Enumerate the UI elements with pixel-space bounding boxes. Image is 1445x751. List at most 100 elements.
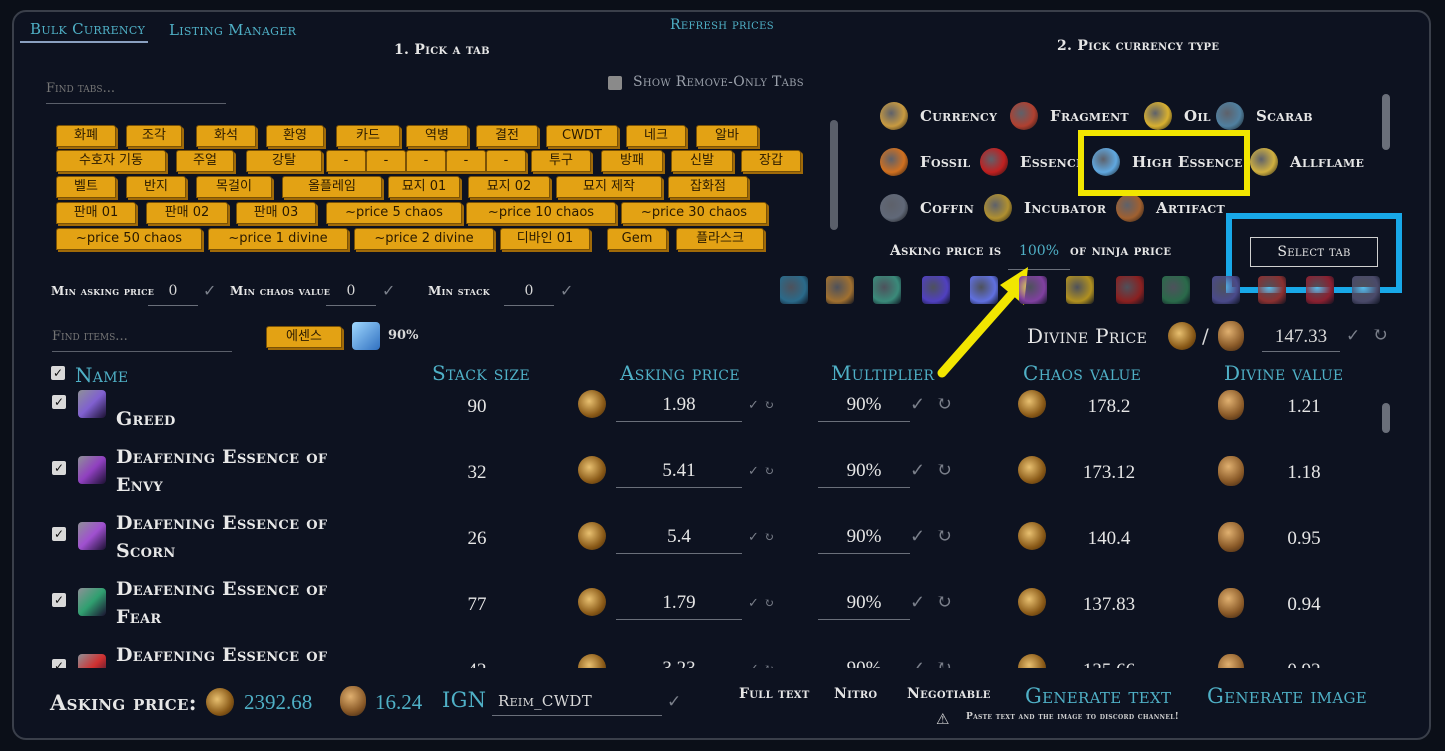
stash-tab[interactable]: - [446, 150, 486, 172]
nitro-toggle[interactable]: Nitro [834, 686, 877, 702]
asking-confirm-icon[interactable]: ✓ [748, 596, 759, 611]
min-stack-input[interactable]: 0 [504, 280, 554, 306]
asking-price-input[interactable]: 1.79 [616, 588, 742, 620]
essence-filter-icon[interactable] [1352, 276, 1380, 304]
stash-tab[interactable]: 판매 03 [236, 202, 316, 224]
stash-tab[interactable]: 역병 [406, 125, 468, 147]
multiplier-reset-icon[interactable]: ↻ [936, 459, 952, 481]
stash-tab[interactable]: 투구 [531, 150, 591, 172]
multiplier-input[interactable]: 90% [818, 522, 910, 554]
tab-listing-manager[interactable]: Listing Manager [169, 21, 296, 39]
generate-image-button[interactable]: Generate image [1207, 684, 1367, 708]
stash-tab[interactable]: 조각 [126, 125, 182, 147]
stash-tab[interactable]: ~price 50 chaos [56, 228, 202, 250]
stash-tab[interactable]: 판매 01 [56, 202, 136, 224]
multiplier-reset-icon[interactable]: ↻ [936, 525, 952, 547]
stash-tab[interactable]: ~price 2 divine [354, 228, 494, 250]
multiplier-input[interactable]: 90% [818, 654, 910, 668]
stash-tab[interactable]: 결전 [476, 125, 538, 147]
min-asking-input[interactable]: 0 [148, 280, 198, 306]
stash-tab[interactable]: 화폐 [56, 125, 116, 147]
min-stack-confirm-icon[interactable]: ✓ [560, 281, 573, 300]
multiplier-confirm-icon[interactable]: ✓ [910, 592, 925, 613]
stash-tab[interactable]: CWDT [546, 125, 618, 147]
multiplier-input[interactable]: 90% [818, 456, 910, 488]
stash-tab[interactable]: 장갑 [741, 150, 801, 172]
stash-tab[interactable]: Gem [607, 228, 667, 250]
col-chaos-value[interactable]: Chaos value [1023, 361, 1141, 385]
stash-tab[interactable]: 묘지 02 [468, 176, 550, 198]
essence-filter-icon[interactable] [1306, 276, 1334, 304]
stash-tab[interactable]: 네크 [626, 125, 686, 147]
essence-filter-icon[interactable] [970, 276, 998, 304]
col-name[interactable]: Name [75, 363, 128, 387]
currency-type-allflame[interactable]: Allflame [1250, 147, 1364, 177]
stash-tab[interactable]: 강탈 [246, 150, 322, 172]
multiplier-confirm-icon[interactable]: ✓ [910, 526, 925, 547]
row-checkbox[interactable]: ✓ [52, 593, 66, 607]
stash-tab[interactable]: 주얼 [176, 150, 234, 172]
find-items-input[interactable] [52, 322, 232, 352]
currency-type-currency[interactable]: Currency [880, 101, 997, 131]
row-checkbox[interactable]: ✓ [52, 527, 66, 541]
stash-tab[interactable]: 벨트 [56, 176, 116, 198]
full-text-toggle[interactable]: Full text [739, 686, 810, 702]
active-stash-tab[interactable]: 에센스 [266, 326, 342, 348]
stash-tab[interactable]: 카드 [336, 125, 400, 147]
asking-reset-icon[interactable]: ↻ [764, 530, 774, 544]
asking-confirm-icon[interactable]: ✓ [748, 530, 759, 545]
currency-type-incubator[interactable]: Incubator [984, 193, 1106, 223]
currency-type-oil[interactable]: Oil [1144, 101, 1211, 131]
stash-tab[interactable]: - [366, 150, 406, 172]
stash-tab[interactable]: 목걸이 [196, 176, 272, 198]
min-asking-confirm-icon[interactable]: ✓ [203, 281, 216, 300]
asking-price-input[interactable]: 5.41 [616, 456, 742, 488]
tab-bulk-currency[interactable]: Bulk Currency [30, 20, 145, 38]
essence-filter-icon[interactable] [1212, 276, 1240, 304]
stash-tab[interactable]: 묘지 제작 [556, 176, 662, 198]
stash-tab[interactable]: 화석 [196, 125, 256, 147]
essence-filter-icon[interactable] [1019, 276, 1047, 304]
col-asking-price[interactable]: Asking price [620, 361, 740, 385]
asking-reset-icon[interactable]: ↻ [764, 662, 774, 668]
multiplier-input[interactable]: 90% [818, 588, 910, 620]
find-tabs-input[interactable] [46, 74, 226, 104]
col-divine-value[interactable]: Divine value [1224, 361, 1343, 385]
currency-type-fragment[interactable]: Fragment [1010, 101, 1129, 131]
asking-confirm-icon[interactable]: ✓ [748, 398, 759, 413]
divine-price-input[interactable]: 147.33 [1262, 322, 1340, 352]
show-remove-only-checkbox[interactable] [608, 76, 622, 90]
negotiable-toggle[interactable]: Negotiable [907, 686, 991, 702]
essence-filter-icon[interactable] [1116, 276, 1144, 304]
asking-price-input[interactable]: 1.98 [616, 390, 742, 422]
stash-tab[interactable]: 신발 [671, 150, 733, 172]
stash-tab[interactable]: ~price 5 chaos [326, 202, 462, 224]
asking-price-input[interactable]: 5.4 [616, 522, 742, 554]
divine-confirm-icon[interactable]: ✓ [1346, 326, 1360, 346]
stash-tab[interactable]: - [486, 150, 526, 172]
essence-filter-icon[interactable] [1258, 276, 1286, 304]
stash-tab[interactable]: ~price 30 chaos [621, 202, 767, 224]
stash-tab[interactable]: 방패 [601, 150, 663, 172]
col-stack-size[interactable]: Stack size [432, 361, 530, 385]
stash-tab[interactable]: - [406, 150, 446, 172]
row-checkbox[interactable]: ✓ [52, 461, 66, 475]
generate-text-button[interactable]: Generate text [1025, 684, 1171, 708]
essence-filter-icon[interactable] [922, 276, 950, 304]
stash-tabs-scrollbar[interactable] [830, 120, 838, 230]
table-scrollbar[interactable] [1382, 403, 1390, 433]
stash-tab[interactable]: 반지 [126, 176, 186, 198]
multiplier-reset-icon[interactable]: ↻ [936, 657, 952, 668]
refresh-prices-button[interactable]: Refresh prices [670, 17, 774, 33]
currency-type-fossil[interactable]: Fossil [880, 147, 971, 177]
select-tab-button[interactable]: Select tab [1250, 237, 1378, 267]
stash-tab[interactable]: - [326, 150, 366, 172]
min-chaos-input[interactable]: 0 [326, 280, 376, 306]
stash-tab[interactable]: 판매 02 [146, 202, 228, 224]
essence-filter-icon[interactable] [780, 276, 808, 304]
multiplier-confirm-icon[interactable]: ✓ [910, 460, 925, 481]
multiplier-input[interactable]: 90% [818, 390, 910, 422]
currency-type-coffin[interactable]: Coffin [880, 193, 974, 223]
ign-confirm-icon[interactable]: ✓ [667, 692, 681, 712]
stash-tab[interactable]: 플라스크 [676, 228, 764, 250]
